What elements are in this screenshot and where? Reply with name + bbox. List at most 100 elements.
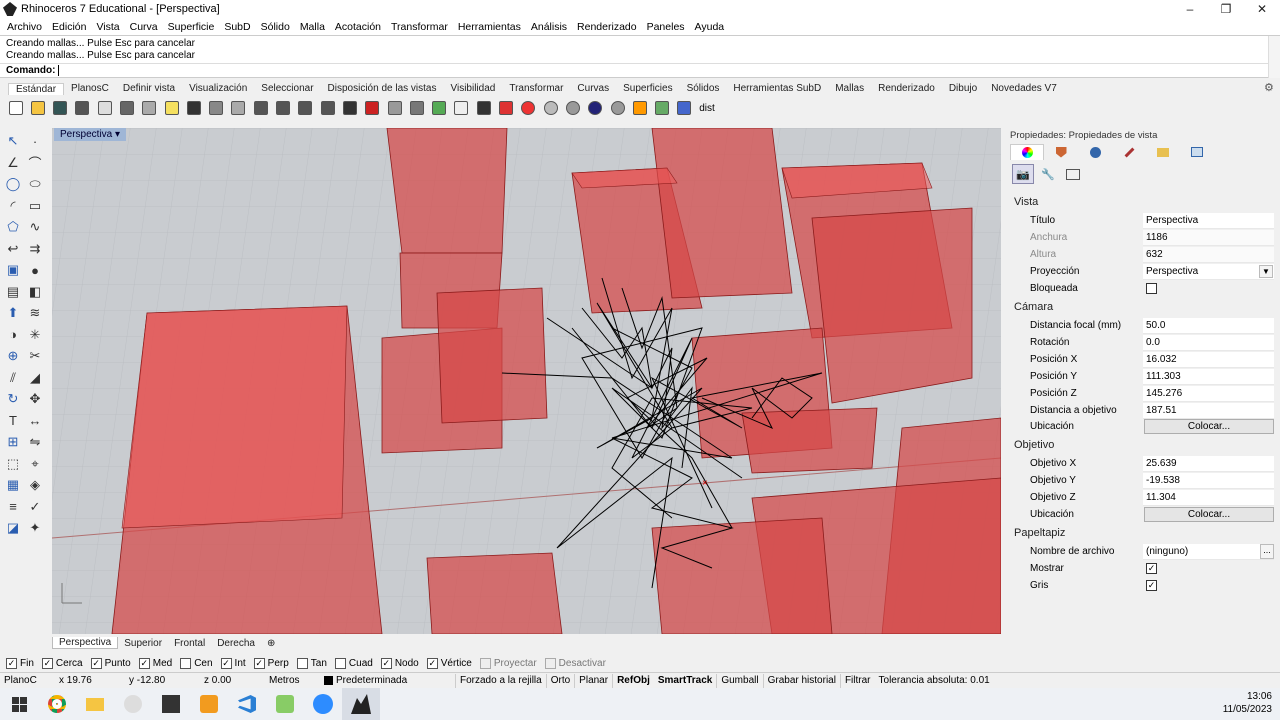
folder-icon[interactable] [1146, 144, 1180, 160]
status-ortho[interactable]: Orto [547, 675, 574, 686]
select-arrow-icon[interactable]: ↖ [3, 131, 23, 151]
menu-renderizado[interactable]: Renderizado [572, 21, 642, 33]
material-icon[interactable] [608, 99, 627, 118]
grid-icon[interactable] [407, 99, 426, 118]
tab-disposicion-vistas[interactable]: Disposición de las vistas [321, 83, 444, 94]
osnap-checkbox[interactable] [334, 658, 346, 669]
osnap-fin[interactable]: ✓ Fin [6, 658, 34, 669]
osnap-int[interactable]: ✓ Int [220, 658, 246, 669]
osnap-checkbox[interactable] [544, 658, 556, 669]
close-button[interactable]: ✕ [1244, 0, 1280, 18]
tab-transformar[interactable]: Transformar [502, 83, 570, 94]
analyze-icon[interactable]: ⌖ [25, 454, 45, 474]
target-place-button[interactable]: Colocar... [1144, 507, 1274, 522]
menu-solido[interactable]: Sólido [256, 21, 295, 33]
osnap-checkbox[interactable]: ✓ [90, 658, 102, 669]
status-smarttrack[interactable]: SmartTrack [654, 675, 716, 686]
explode-icon[interactable]: ✳ [25, 325, 45, 345]
rhino-active-icon[interactable] [342, 688, 380, 720]
posx-field[interactable]: 16.032 [1143, 352, 1274, 368]
sphere-icon[interactable]: ● [25, 260, 45, 280]
command-scrollbar[interactable] [1268, 36, 1280, 78]
osnap-checkbox[interactable]: ✓ [380, 658, 392, 669]
pan-icon[interactable] [207, 99, 226, 118]
fillet-edge-icon[interactable]: ◢ [25, 368, 45, 388]
zoom-window-icon[interactable] [274, 99, 293, 118]
color-wheel-icon[interactable] [1010, 144, 1044, 160]
arc-icon[interactable]: ◜ [3, 196, 23, 216]
rectangle-icon[interactable]: ▭ [25, 196, 45, 216]
tools-icon[interactable]: 🔧 [1037, 164, 1059, 184]
text-icon[interactable]: T [3, 411, 23, 431]
osnap-med[interactable]: ✓ Med [138, 658, 172, 669]
osnap-vertice[interactable]: ✓ Vértice [426, 658, 472, 669]
bloqueada-checkbox[interactable] [1146, 283, 1157, 294]
gris-checkbox[interactable]: ✓ [1146, 580, 1157, 591]
status-tolerance[interactable]: Tolerancia absoluta: 0.01 [875, 675, 994, 686]
browse-button[interactable]: ... [1260, 544, 1274, 559]
osnap-desactivar[interactable]: Desactivar [544, 658, 606, 669]
menu-transformar[interactable]: Transformar [386, 21, 453, 33]
polygon-icon[interactable]: ⬠ [3, 217, 23, 237]
menu-archivo[interactable]: Archivo [2, 21, 47, 33]
tab-seleccionar[interactable]: Seleccionar [254, 83, 320, 94]
clock[interactable]: 13:06 11/05/2023 [1223, 690, 1272, 716]
named-view-icon[interactable] [1180, 144, 1214, 160]
osnap-checkbox[interactable]: ✓ [138, 658, 150, 669]
tab-definir-vista[interactable]: Definir vista [116, 83, 182, 94]
menu-superficie[interactable]: Superficie [163, 21, 220, 33]
light-tool-icon[interactable]: ✦ [25, 518, 45, 538]
tab-solidos[interactable]: Sólidos [680, 83, 727, 94]
paste-icon[interactable] [162, 99, 181, 118]
file-explorer-icon[interactable] [76, 688, 114, 720]
new-icon[interactable] [6, 99, 25, 118]
vtab-frontal[interactable]: Frontal [168, 638, 211, 649]
tab-dibujo[interactable]: Dibujo [942, 83, 984, 94]
freeform-icon[interactable]: ∿ [25, 217, 45, 237]
four-views-icon[interactable] [340, 99, 359, 118]
status-layer[interactable]: Predeterminada [320, 675, 455, 686]
status-grid-snap[interactable]: Forzado a la rejilla [456, 675, 546, 686]
copy-icon[interactable] [140, 99, 159, 118]
osnap-punto[interactable]: ✓ Punto [90, 658, 131, 669]
osnap-cen[interactable]: Cen [180, 658, 213, 669]
add-viewport-tab-icon[interactable]: ⊕ [261, 638, 281, 649]
zoom-selected-icon[interactable] [318, 99, 337, 118]
osnap-checkbox[interactable]: ✓ [6, 658, 17, 669]
sphere-icon[interactable] [586, 99, 605, 118]
archivo-field[interactable]: (ninguno)... [1143, 544, 1274, 560]
mostrar-checkbox[interactable]: ✓ [1146, 563, 1157, 574]
osnap-checkbox[interactable] [296, 658, 308, 669]
osnap-checkbox[interactable]: ✓ [220, 658, 232, 669]
curve-icon[interactable]: ⌒ [25, 153, 45, 173]
menu-edicion[interactable]: Edición [47, 21, 91, 33]
app-icon-1[interactable] [114, 688, 152, 720]
viewport-menu-arrow-icon[interactable]: ▾ [115, 129, 120, 140]
tab-visualizacion[interactable]: Visualización [182, 83, 254, 94]
dist-field[interactable]: 187.51 [1143, 403, 1274, 419]
pen-app-icon[interactable] [266, 688, 304, 720]
point-icon[interactable]: · [25, 131, 45, 151]
zoom-app-icon[interactable] [304, 688, 342, 720]
circle-icon[interactable]: ◯ [3, 174, 23, 194]
vtab-superior[interactable]: Superior [118, 638, 168, 649]
print-icon[interactable] [73, 99, 92, 118]
environment-icon[interactable] [1078, 144, 1112, 160]
proyeccion-select[interactable]: Perspectiva ▼ [1143, 264, 1274, 280]
cage-icon[interactable]: ⬚ [3, 454, 23, 474]
menu-curva[interactable]: Curva [125, 21, 163, 33]
zoom-icon[interactable] [251, 99, 270, 118]
objy-field[interactable]: -19.538 [1143, 473, 1274, 489]
objz-field[interactable]: 11.304 [1143, 490, 1274, 506]
rotate-icon[interactable]: ↻ [3, 389, 23, 409]
viewport-title[interactable]: Perspectiva ▾ [54, 128, 127, 141]
help-icon[interactable] [675, 99, 694, 118]
join-icon[interactable]: ⊕ [3, 346, 23, 366]
camera-place-button[interactable]: Colocar... [1144, 419, 1274, 434]
loft-icon[interactable]: ≋ [25, 303, 45, 323]
osnap-tan[interactable]: Tan [296, 658, 327, 669]
osnap-checkbox[interactable]: ✓ [253, 658, 265, 669]
status-osnap[interactable]: RefObj [613, 675, 654, 686]
undo-icon[interactable] [184, 99, 203, 118]
command-input[interactable]: Comando: [0, 63, 1268, 77]
